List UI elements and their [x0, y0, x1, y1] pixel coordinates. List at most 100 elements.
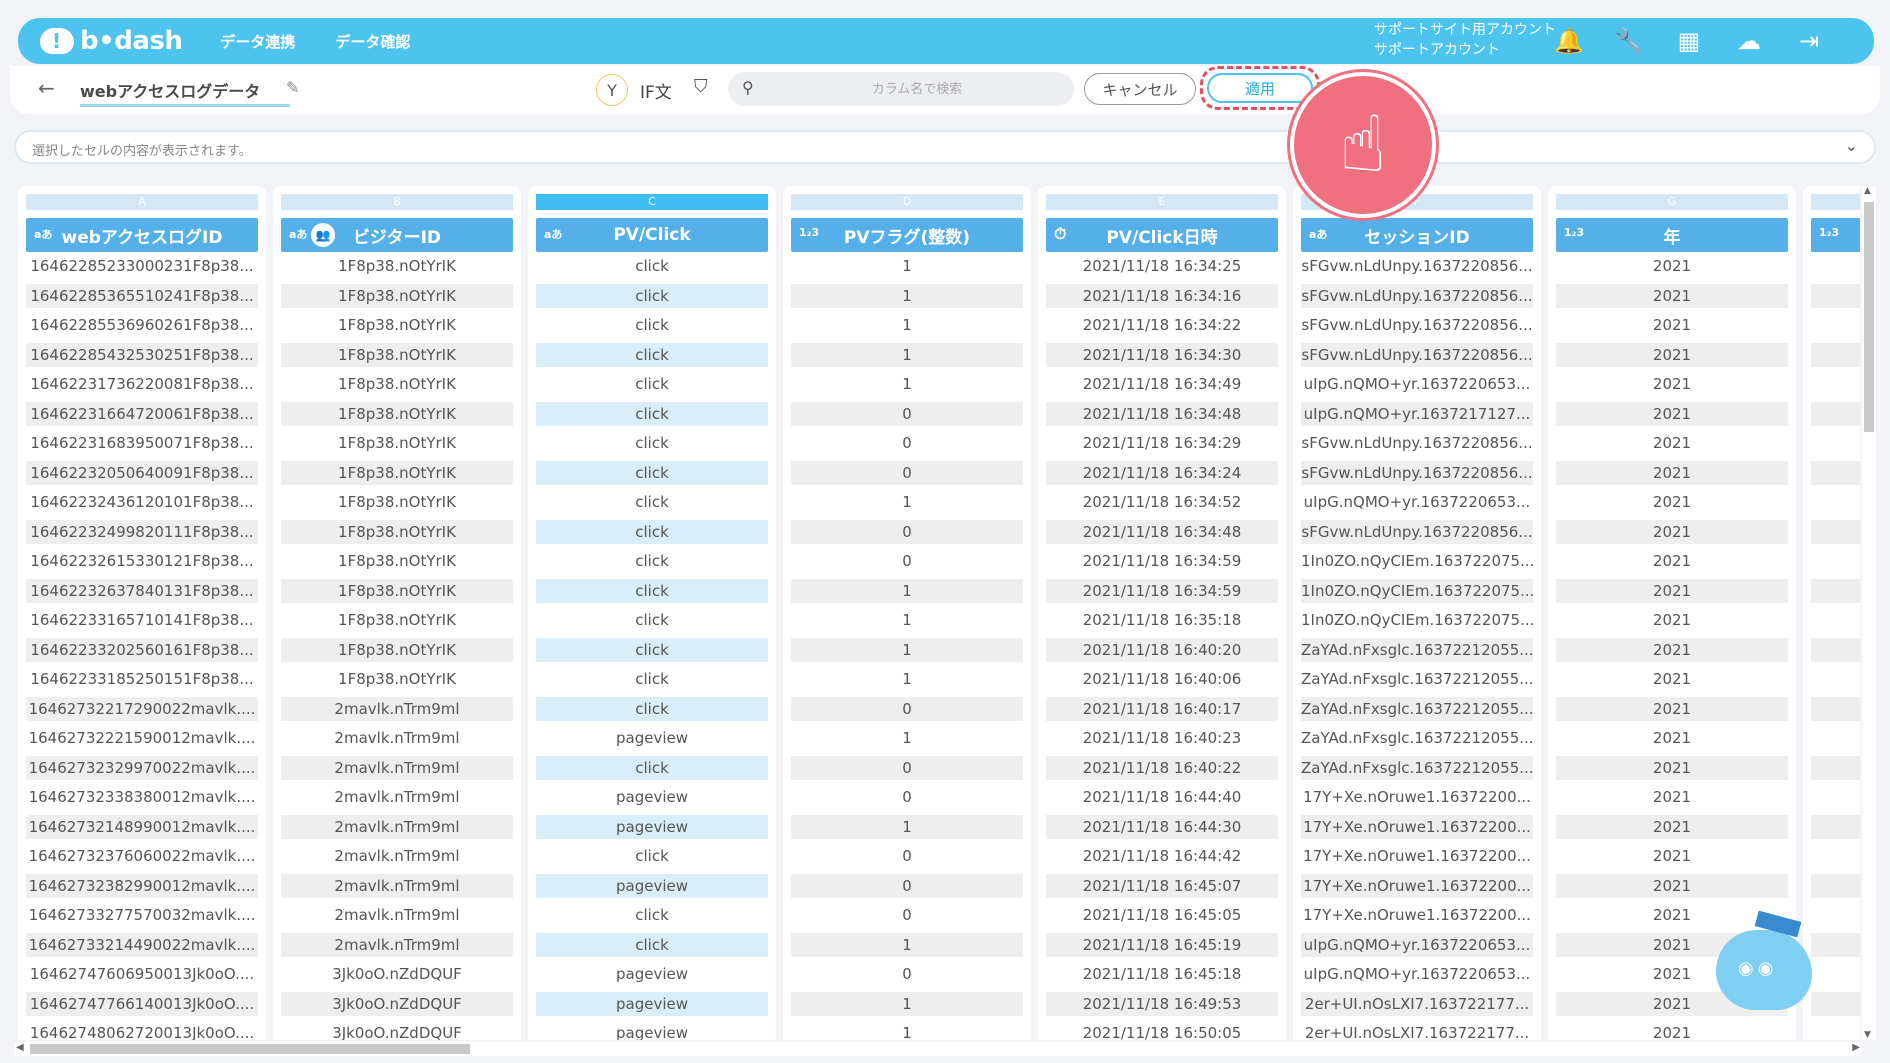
table-cell[interactable]: 16462285536960261F8p38...: [26, 313, 258, 337]
table-cell[interactable]: 2mavlk.nTrm9ml: [281, 696, 513, 721]
table-cell[interactable]: [1811, 401, 1860, 426]
table-cell[interactable]: 2021/11/18 16:34:22: [1046, 313, 1278, 337]
cell-content-bar[interactable]: 選択したセルの内容が表示されます。 ⌄: [14, 130, 1876, 164]
table-cell[interactable]: pageview: [536, 726, 768, 750]
table-cell[interactable]: 2021/11/18 16:49:53: [1046, 991, 1278, 1016]
table-cell[interactable]: 16462232615330121F8p38...: [26, 549, 258, 573]
table-cell[interactable]: click: [536, 313, 768, 337]
table-cell[interactable]: 3Jk0oO.nZdDQUF: [281, 1021, 513, 1040]
logo[interactable]: b•dash: [40, 26, 183, 56]
column-search-input[interactable]: [772, 76, 1062, 102]
table-cell[interactable]: click: [536, 401, 768, 426]
table-cell[interactable]: 16462233202560161F8p38...: [26, 637, 258, 662]
table-cell[interactable]: pageview: [536, 1021, 768, 1040]
table-cell[interactable]: 2er+UI.nOsLXI7.163722177...: [1301, 1021, 1533, 1040]
column-letter[interactable]: D: [791, 194, 1023, 210]
table-cell[interactable]: click: [536, 696, 768, 721]
table-cell[interactable]: 16462285365510241F8p38...: [26, 283, 258, 308]
table-cell[interactable]: [1811, 313, 1860, 337]
table-cell[interactable]: 1In0ZO.nQyCIEm.163722075...: [1301, 608, 1533, 632]
table-cell[interactable]: 1F8p38.nOtYrIK: [281, 460, 513, 485]
table-cell[interactable]: 1F8p38.nOtYrIK: [281, 490, 513, 514]
column-letter[interactable]: B: [281, 194, 513, 210]
account-info[interactable]: サポートサイト用アカウント サポートアカウント: [1374, 20, 1556, 60]
table-cell[interactable]: sFGvw.nLdUnpy.1637220856...: [1301, 254, 1533, 278]
table-cell[interactable]: 16462732382990012mavlk....: [26, 873, 258, 898]
table-cell[interactable]: uIpG.nQMO+yr.1637220653...: [1301, 932, 1533, 957]
table-cell[interactable]: 1F8p38.nOtYrIK: [281, 254, 513, 278]
table-cell[interactable]: 2mavlk.nTrm9ml: [281, 844, 513, 868]
table-cell[interactable]: 16462732329970022mavlk....: [26, 755, 258, 780]
table-cell[interactable]: 2021/11/18 16:40:23: [1046, 726, 1278, 750]
back-arrow-icon[interactable]: ←: [38, 76, 55, 100]
table-cell[interactable]: click: [536, 608, 768, 632]
if-statement-label[interactable]: IF文: [640, 78, 672, 103]
table-cell[interactable]: 1: [791, 991, 1023, 1016]
table-cell[interactable]: click: [536, 549, 768, 573]
table-cell[interactable]: sFGvw.nLdUnpy.1637220856...: [1301, 431, 1533, 455]
table-cell[interactable]: 1F8p38.nOtYrIK: [281, 372, 513, 396]
table-cell[interactable]: 16462233165710141F8p38...: [26, 608, 258, 632]
table-cell[interactable]: 16462232436120101F8p38...: [26, 490, 258, 514]
table-cell[interactable]: 2021: [1556, 342, 1788, 367]
scroll-right-icon[interactable]: ▶: [1852, 1042, 1860, 1053]
column-letter[interactable]: [1811, 194, 1860, 210]
table-cell[interactable]: 1: [791, 283, 1023, 308]
table-cell[interactable]: 3Jk0oO.nZdDQUF: [281, 962, 513, 986]
table-cell[interactable]: [1811, 490, 1860, 514]
table-name[interactable]: webアクセスログデータ: [80, 78, 290, 107]
table-cell[interactable]: sFGvw.nLdUnpy.1637220856...: [1301, 313, 1533, 337]
table-cell[interactable]: 16462733277570032mavlk....: [26, 903, 258, 927]
table-cell[interactable]: 1In0ZO.nQyCIEm.163722075...: [1301, 549, 1533, 573]
chevron-down-icon[interactable]: ⌄: [1845, 136, 1858, 155]
column-header[interactable]: aあ PV/Click: [536, 218, 768, 252]
table-cell[interactable]: 2021: [1556, 726, 1788, 750]
bell-icon[interactable]: 🔔: [1554, 26, 1584, 56]
table-cell[interactable]: 2mavlk.nTrm9ml: [281, 755, 513, 780]
table-cell[interactable]: 2021/11/18 16:45:18: [1046, 962, 1278, 986]
table-cell[interactable]: [1811, 372, 1860, 396]
table-cell[interactable]: 0: [791, 431, 1023, 455]
table-cell[interactable]: click: [536, 844, 768, 868]
table-cell[interactable]: [1811, 637, 1860, 662]
table-cell[interactable]: 1In0ZO.nQyCIEm.163722075...: [1301, 578, 1533, 603]
table-cell[interactable]: 16462732148990012mavlk....: [26, 814, 258, 839]
table-cell[interactable]: ZaYAd.nFxsglc.16372212055...: [1301, 667, 1533, 691]
table-cell[interactable]: [1811, 342, 1860, 367]
table-cell[interactable]: 2mavlk.nTrm9ml: [281, 932, 513, 957]
vertical-scroll-thumb[interactable]: [1864, 202, 1874, 432]
table-cell[interactable]: uIpG.nQMO+yr.1637217127...: [1301, 401, 1533, 426]
table-cell[interactable]: [1811, 903, 1860, 927]
table-cell[interactable]: [1811, 755, 1860, 780]
table-cell[interactable]: 1: [791, 637, 1023, 662]
table-cell[interactable]: 2021: [1556, 519, 1788, 544]
table-cell[interactable]: [1811, 460, 1860, 485]
cancel-button[interactable]: キャンセル: [1084, 73, 1196, 105]
table-cell[interactable]: [1811, 283, 1860, 308]
table-cell[interactable]: click: [536, 254, 768, 278]
table-cell[interactable]: pageview: [536, 962, 768, 986]
table-cell[interactable]: 0: [791, 962, 1023, 986]
table-cell[interactable]: 2021: [1556, 313, 1788, 337]
table-cell[interactable]: 2021: [1556, 814, 1788, 839]
table-cell[interactable]: 2021: [1556, 608, 1788, 632]
table-cell[interactable]: 16462232050640091F8p38...: [26, 460, 258, 485]
table-cell[interactable]: 2021/11/18 16:40:20: [1046, 637, 1278, 662]
table-cell[interactable]: [1811, 519, 1860, 544]
table-cell[interactable]: pageview: [536, 785, 768, 809]
table-cell[interactable]: 2021/11/18 16:40:06: [1046, 667, 1278, 691]
table-cell[interactable]: 2021: [1556, 460, 1788, 485]
table-cell[interactable]: 2021/11/18 16:34:25: [1046, 254, 1278, 278]
table-cell[interactable]: 3Jk0oO.nZdDQUF: [281, 991, 513, 1016]
table-cell[interactable]: 0: [791, 401, 1023, 426]
table-cell[interactable]: [1811, 1021, 1860, 1040]
table-cell[interactable]: 2021/11/18 16:44:42: [1046, 844, 1278, 868]
table-cell[interactable]: [1811, 431, 1860, 455]
table-cell[interactable]: 2021: [1556, 637, 1788, 662]
column-letter[interactable]: G: [1556, 194, 1788, 210]
column-type-icon[interactable]: aあ: [544, 226, 562, 242]
table-cell[interactable]: 16462232499820111F8p38...: [26, 519, 258, 544]
table-cell[interactable]: 1F8p38.nOtYrIK: [281, 667, 513, 691]
grid-icon[interactable]: ▦: [1674, 26, 1704, 56]
table-cell[interactable]: click: [536, 519, 768, 544]
